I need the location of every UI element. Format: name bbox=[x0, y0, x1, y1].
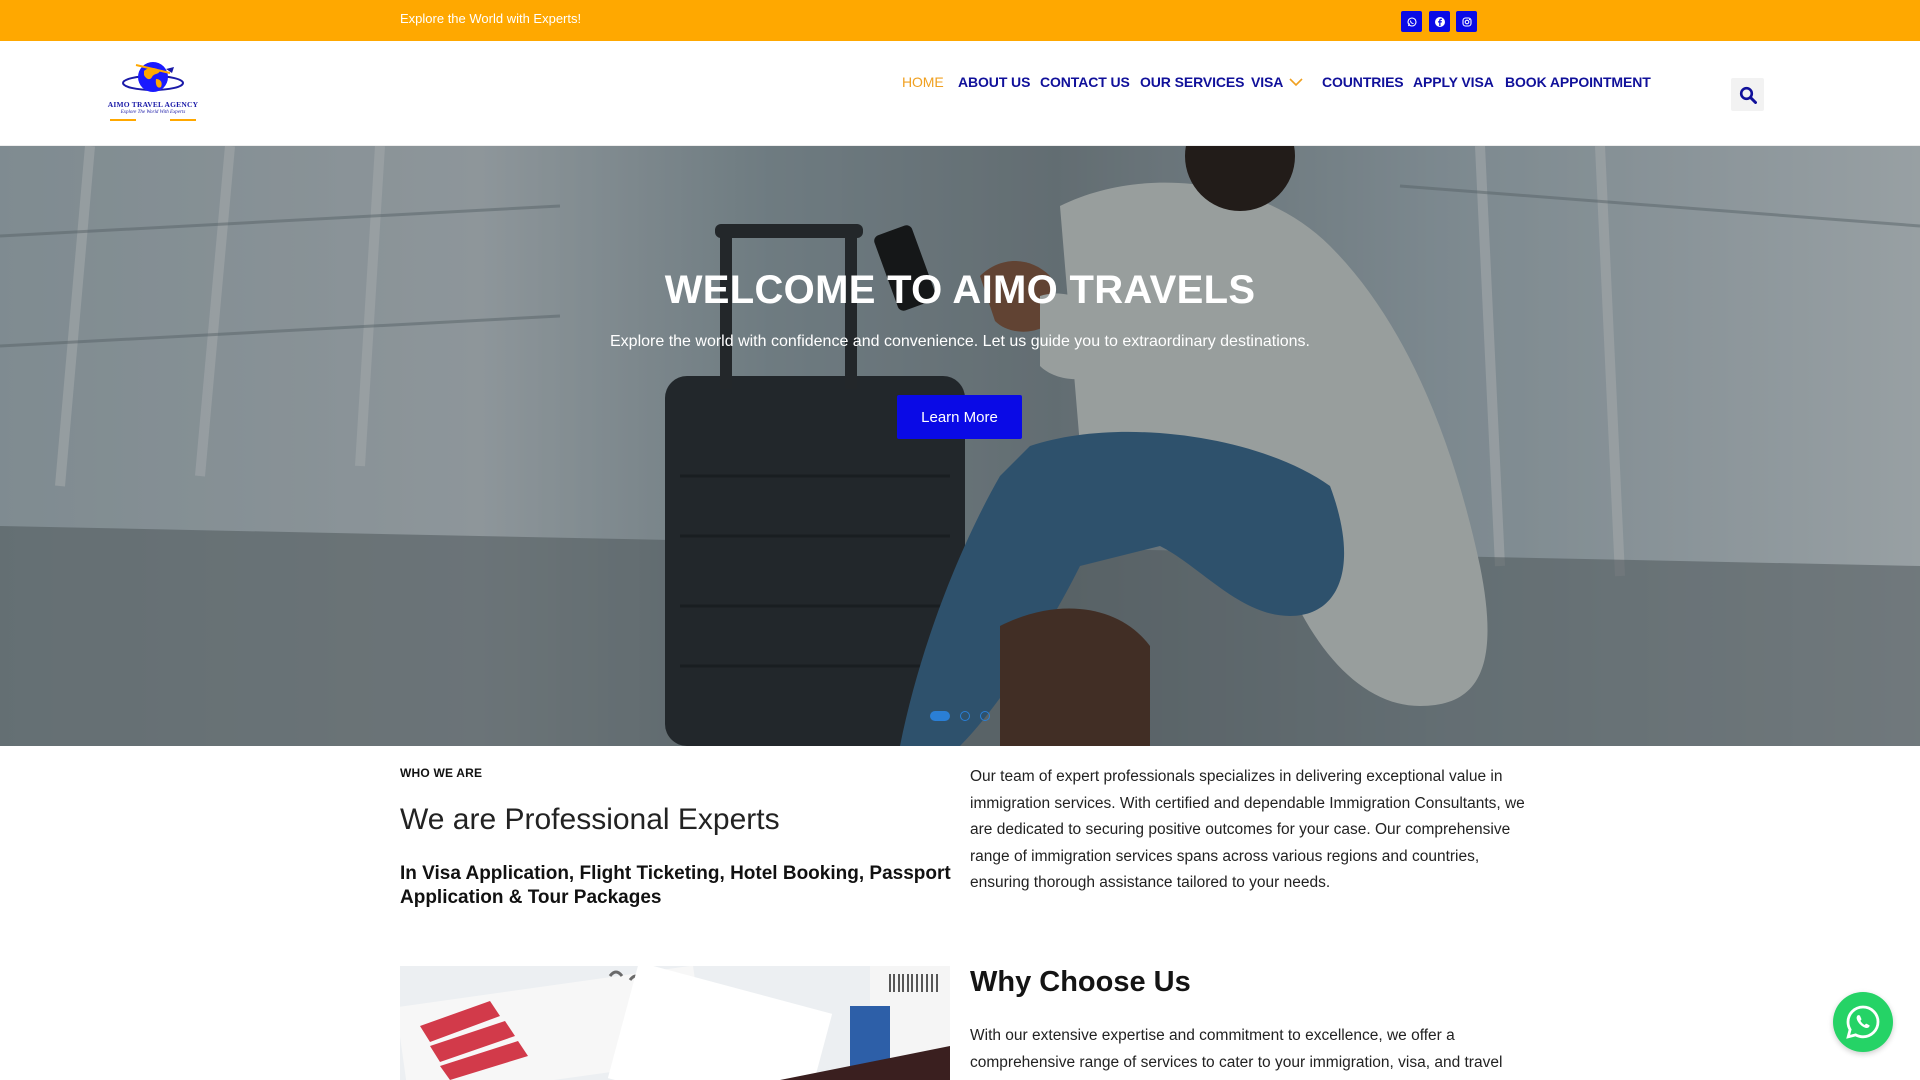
globe-logo-icon bbox=[122, 62, 184, 92]
search-button[interactable] bbox=[1731, 78, 1764, 111]
logo-name: AIMO TRAVEL AGENCY bbox=[107, 100, 199, 109]
nav-item-apply-visa[interactable]: APPLY VISA bbox=[1413, 74, 1494, 90]
top-bar: Explore the World with Experts! bbox=[0, 0, 1920, 41]
slider-dot-1[interactable] bbox=[930, 711, 950, 721]
logo-rule-left bbox=[110, 119, 136, 121]
logo-rule-right bbox=[170, 119, 196, 121]
slider-dot-2[interactable] bbox=[960, 711, 970, 721]
whatsapp-chat-button[interactable] bbox=[1833, 992, 1893, 1052]
about-body: Our team of expert professionals special… bbox=[970, 768, 1525, 891]
nav-item-our-services[interactable]: OUR SERVICES bbox=[1140, 74, 1244, 90]
nav-item-about-us[interactable]: ABOUT US bbox=[958, 74, 1030, 90]
hero-subtitle: Explore the world with confidence and co… bbox=[610, 333, 1310, 350]
slider-dots bbox=[930, 711, 990, 721]
why-choose-us-title: Why Choose Us bbox=[970, 966, 1191, 998]
learn-more-button[interactable]: Learn More bbox=[897, 395, 1022, 439]
whatsapp-icon bbox=[1406, 16, 1417, 27]
instagram-link[interactable] bbox=[1456, 11, 1477, 32]
nav-item-visa[interactable]: VISA bbox=[1251, 74, 1303, 90]
hero-overlay bbox=[0, 146, 1920, 746]
documents-image bbox=[400, 966, 950, 1080]
nav-item-home[interactable]: HOME bbox=[902, 74, 944, 90]
chevron-down-icon bbox=[1289, 78, 1303, 87]
services-photo bbox=[400, 966, 950, 1080]
whatsapp-link[interactable] bbox=[1401, 11, 1422, 32]
site-logo[interactable]: AIMO TRAVEL AGENCY Explore The World Wit… bbox=[106, 59, 200, 129]
search-icon bbox=[1739, 86, 1757, 104]
hero-title: WELCOME TO AIMO TRAVELS bbox=[664, 268, 1256, 312]
nav-item-book-appointment[interactable]: BOOK APPOINTMENT bbox=[1505, 74, 1651, 90]
facebook-icon bbox=[1434, 16, 1445, 27]
why-choose-us-body: With our extensive expertise and commitm… bbox=[970, 1027, 1503, 1071]
facebook-link[interactable] bbox=[1429, 11, 1450, 32]
top-bar-tagline: Explore the World with Experts! bbox=[400, 11, 582, 26]
site-header: AIMO TRAVEL AGENCY Explore The World Wit… bbox=[0, 41, 1920, 146]
nav-item-countries[interactable]: COUNTRIES bbox=[1322, 74, 1404, 90]
instagram-icon bbox=[1461, 16, 1472, 27]
about-headline: We are Professional Experts bbox=[400, 803, 780, 836]
logo-tagline: Explore The World With Experts bbox=[120, 110, 186, 115]
hero-slider: WELCOME TO AIMO TRAVELS Explore the worl… bbox=[0, 146, 1920, 746]
about-subhead: In Visa Application, Flight Ticketing, H… bbox=[400, 863, 951, 908]
slider-dot-3[interactable] bbox=[980, 711, 990, 721]
whatsapp-icon bbox=[1846, 1005, 1880, 1039]
nav-item-contact-us[interactable]: CONTACT US bbox=[1040, 74, 1130, 90]
nav-item-visa-label: VISA bbox=[1251, 74, 1284, 90]
about-eyebrow: WHO WE ARE bbox=[400, 766, 483, 780]
